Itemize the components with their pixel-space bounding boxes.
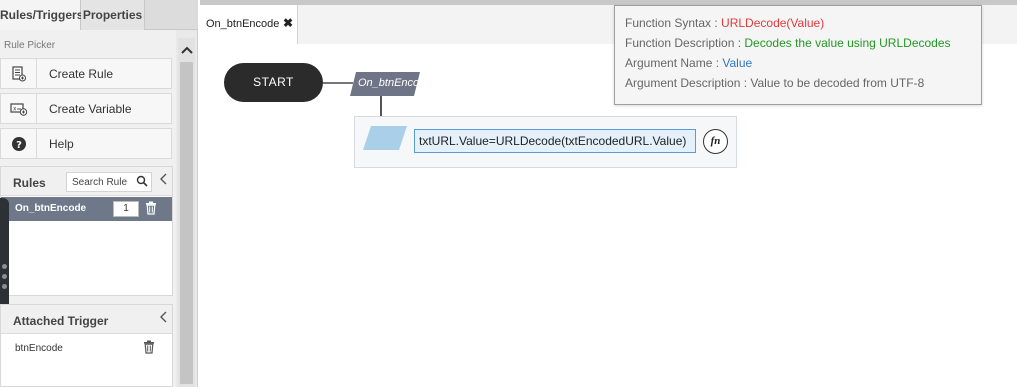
handle-dot xyxy=(2,274,7,279)
rules-title: Rules xyxy=(13,176,46,190)
tab-on-btnencode[interactable]: On_btnEncode ✖ xyxy=(200,5,298,44)
statement-block[interactable]: fn xyxy=(354,116,737,168)
tooltip-description-line: Function Description : Decodes the value… xyxy=(625,36,981,56)
rules-header: Rules Search Rule xyxy=(1,167,172,196)
search-rule-input[interactable]: Search Rule xyxy=(66,172,152,192)
delete-rule-icon[interactable] xyxy=(145,201,157,218)
create-rule-icon xyxy=(1,59,37,88)
left-panel: Rules/Triggers Properties Rule Picker Cr… xyxy=(0,0,198,387)
tooltip-syntax-value: URLDecode(Value) xyxy=(721,16,825,30)
create-variable-label: Create Variable xyxy=(49,102,132,116)
tooltip-arg-name-value: Value xyxy=(722,56,753,70)
create-rule-button[interactable]: Create Rule xyxy=(0,58,172,89)
panel-tabs: Rules/Triggers Properties xyxy=(0,0,198,30)
tab-label: On_btnEncode xyxy=(206,18,280,30)
tooltip-arg-desc-line: Argument Description : Value to be decod… xyxy=(625,76,981,96)
trigger-collapse-icon[interactable] xyxy=(160,311,168,326)
attached-trigger-header: Attached Trigger xyxy=(1,305,172,334)
help-label: Help xyxy=(49,137,74,151)
tab-properties[interactable]: Properties xyxy=(81,0,145,30)
event-node-label: On_btnEncode xyxy=(358,77,418,89)
trigger-item-btnencode[interactable]: btnEncode xyxy=(15,343,63,354)
attached-trigger-title: Attached Trigger xyxy=(13,314,109,328)
tooltip-syntax-line: Function Syntax : URLDecode(Value) xyxy=(625,16,981,36)
create-variable-icon: x= xyxy=(1,94,37,123)
create-rule-label: Create Rule xyxy=(49,67,114,81)
tooltip-arg-desc-value: Value to be decoded from UTF-8 xyxy=(750,76,925,90)
close-tab-icon[interactable]: ✖ xyxy=(283,16,293,30)
rules-box: Rules Search Rule On_btnEncode 1 xyxy=(0,166,173,296)
attached-trigger-box: Attached Trigger btnEncode xyxy=(0,304,173,387)
function-button[interactable]: fn xyxy=(703,129,728,154)
rule-count-badge: 1 xyxy=(113,201,139,217)
tooltip-arg-desc-label: Argument Description : xyxy=(625,76,751,90)
rule-name: On_btnEncode xyxy=(15,203,87,214)
delete-trigger-icon[interactable] xyxy=(143,340,155,357)
rule-item-on-btnencode[interactable]: On_btnEncode 1 xyxy=(1,197,172,221)
search-rule-placeholder: Search Rule xyxy=(72,177,128,188)
event-node[interactable]: On_btnEncode xyxy=(350,72,420,96)
rule-picker-title: Rule Picker xyxy=(4,40,56,51)
handle-dot xyxy=(2,264,7,269)
help-button[interactable]: ? Help xyxy=(0,128,172,159)
start-node[interactable]: START xyxy=(224,63,323,102)
tooltip-arg-name-label: Argument Name : xyxy=(625,56,723,70)
statement-parallelogram-icon xyxy=(363,126,407,153)
tab-rules-triggers[interactable]: Rules/Triggers xyxy=(0,0,83,30)
scroll-up-icon[interactable] xyxy=(178,38,195,60)
main-area: On_btnEncode ✖ START On_btnEncode fn Fun… xyxy=(200,0,1017,387)
scroll-thumb[interactable] xyxy=(180,62,193,384)
handle-dot xyxy=(2,284,7,289)
flow-connector xyxy=(323,82,353,84)
help-icon: ? xyxy=(1,129,37,158)
statement-input[interactable] xyxy=(414,129,696,153)
tooltip-syntax-label: Function Syntax : xyxy=(625,16,722,30)
rules-collapse-icon[interactable] xyxy=(160,173,168,188)
tooltip-arg-name-line: Argument Name : Value xyxy=(625,56,981,76)
tooltip-description-label: Function Description : xyxy=(625,36,745,50)
search-icon[interactable] xyxy=(136,175,148,190)
create-variable-button[interactable]: x= Create Variable xyxy=(0,93,172,124)
svg-text:?: ? xyxy=(16,140,22,151)
function-tooltip: Function Syntax : URLDecode(Value) Funct… xyxy=(614,5,982,105)
tooltip-description-value: Decodes the value using URLDecodes xyxy=(744,36,951,50)
left-scrollbar[interactable] xyxy=(178,38,195,387)
